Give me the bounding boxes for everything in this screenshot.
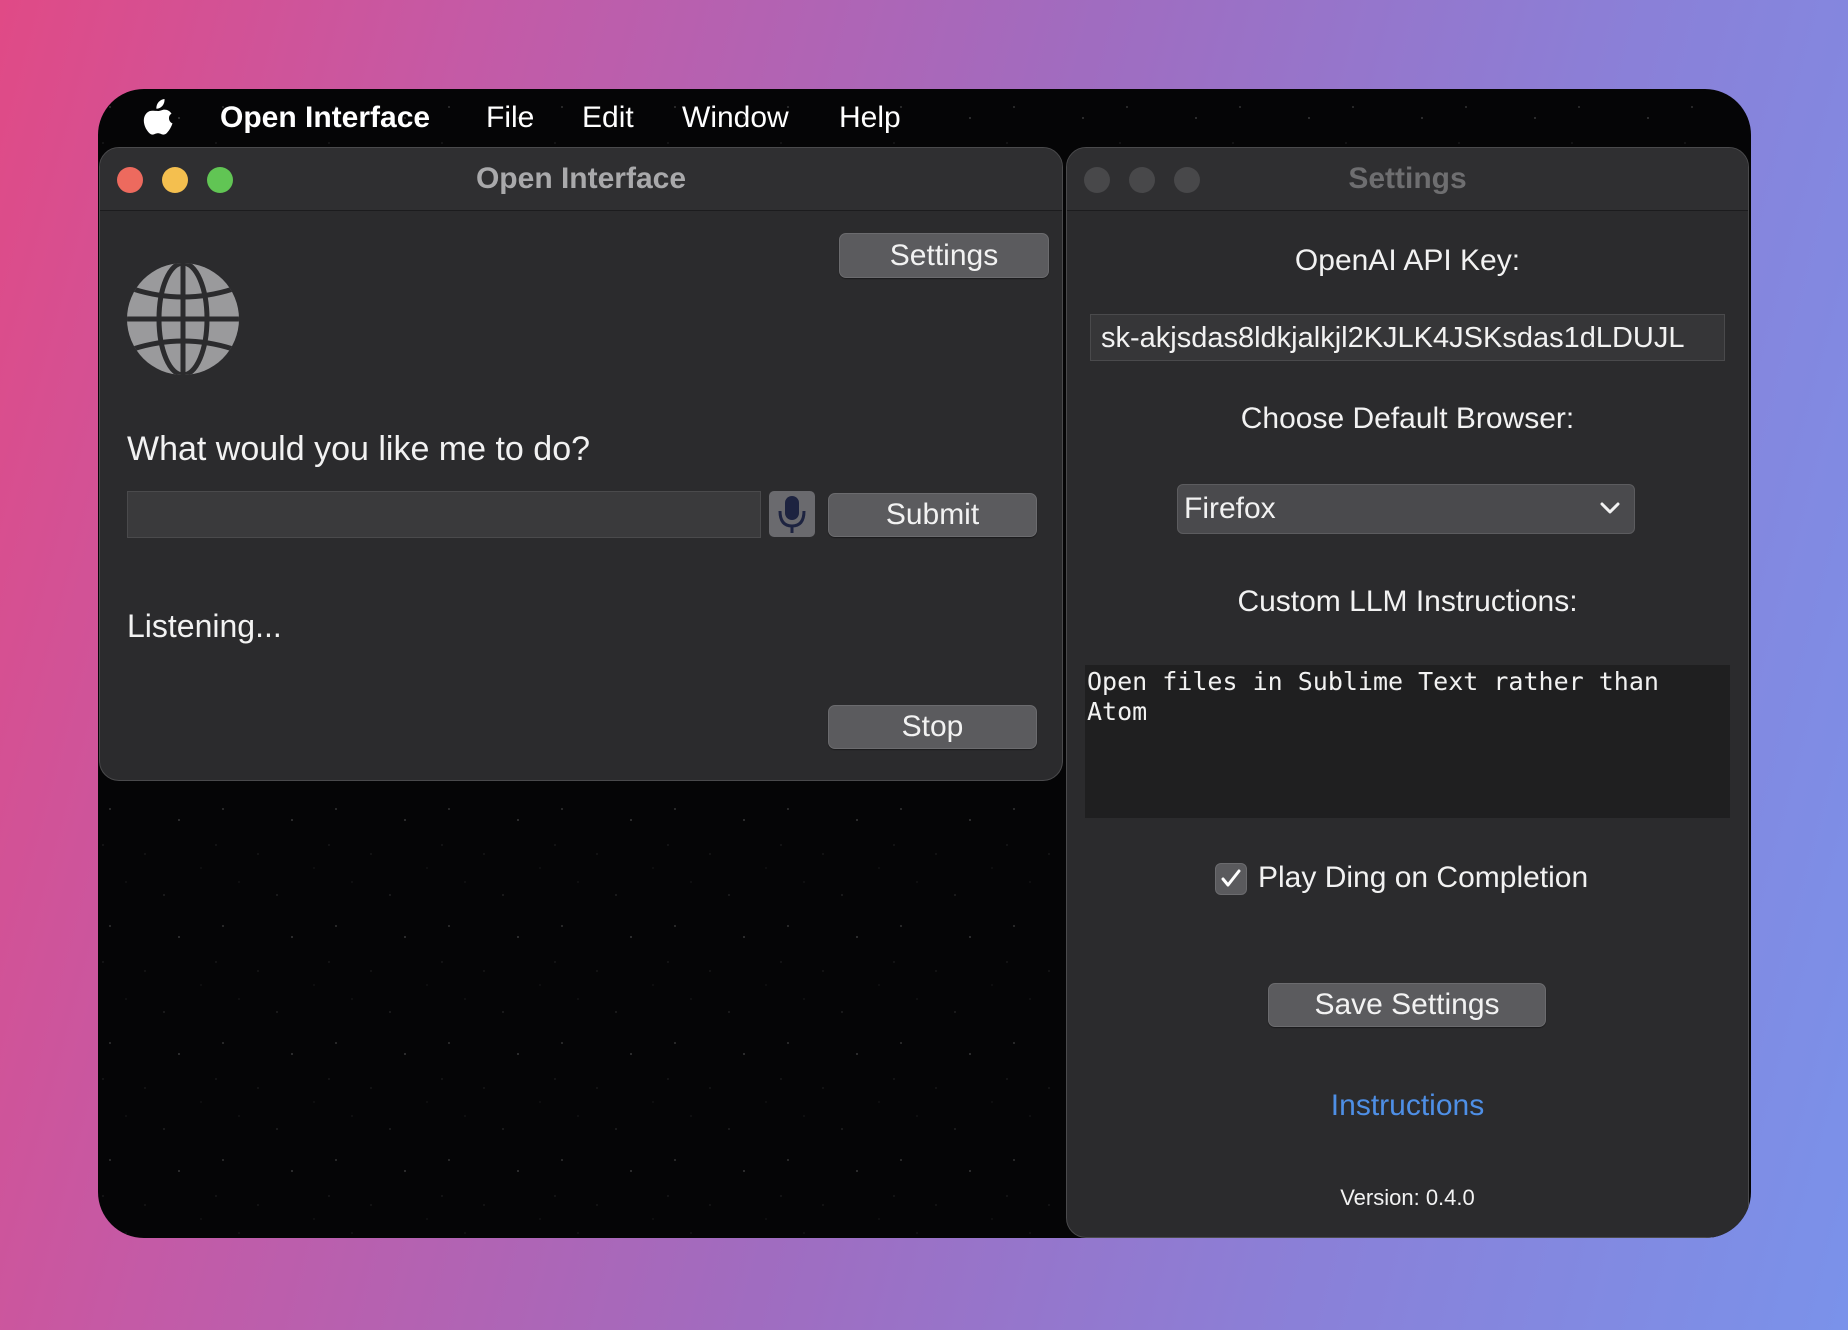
globe-icon — [127, 263, 239, 375]
api-key-field[interactable]: sk-akjsdas8ldkjalkjl2KJLK4JSKsdas1dLDUJL — [1090, 314, 1725, 361]
settings-button[interactable]: Settings — [839, 233, 1049, 278]
instructions-label: Custom LLM Instructions: — [1237, 585, 1578, 618]
stop-button[interactable]: Stop — [828, 705, 1037, 749]
instructions-link[interactable]: Instructions — [1067, 1089, 1748, 1123]
ding-checkbox-label[interactable]: Play Ding on Completion — [1258, 861, 1588, 895]
menu-help[interactable]: Help — [839, 98, 901, 138]
api-key-label: OpenAI API Key: — [1294, 244, 1521, 277]
checkmark-icon — [1221, 869, 1241, 887]
settings-window-title: Settings — [1348, 162, 1467, 195]
menu-file[interactable]: File — [486, 98, 534, 138]
main-window-titlebar[interactable]: Open Interface — [100, 148, 1062, 211]
browser-label: Choose Default Browser: — [1240, 402, 1575, 435]
menu-bar: Open Interface File Edit Window Help — [98, 89, 1751, 145]
settings-window-titlebar[interactable]: Settings — [1067, 148, 1748, 211]
save-settings-button[interactable]: Save Settings — [1268, 983, 1546, 1027]
apple-logo-icon[interactable] — [141, 97, 175, 137]
browser-select[interactable]: Firefox — [1177, 484, 1635, 534]
desktop-screen: Open Interface File Edit Window Help Ope… — [98, 89, 1751, 1238]
main-window-title: Open Interface — [475, 162, 687, 195]
browser-selected-value: Firefox — [1184, 492, 1276, 525]
prompt-label: What would you like me to do? — [127, 430, 591, 468]
status-text: Listening... — [127, 608, 282, 644]
settings-window: Settings OpenAI API Key: sk-akjsdas8ldkj… — [1066, 147, 1749, 1238]
submit-button[interactable]: Submit — [828, 493, 1037, 537]
chevron-down-icon — [1600, 502, 1620, 514]
ding-checkbox[interactable] — [1215, 863, 1247, 895]
task-input[interactable] — [127, 491, 761, 538]
microphone-icon — [778, 496, 806, 533]
microphone-button[interactable] — [769, 491, 815, 537]
custom-instructions-textarea[interactable]: Open files in Sublime Text rather than A… — [1085, 665, 1730, 818]
version-text: Version: 0.4.0 — [1340, 1185, 1475, 1210]
menu-app-name[interactable]: Open Interface — [220, 98, 430, 138]
menu-edit[interactable]: Edit — [582, 98, 634, 138]
menu-window[interactable]: Window — [682, 98, 789, 138]
main-window: Open Interface Settings What would you l… — [99, 147, 1063, 781]
